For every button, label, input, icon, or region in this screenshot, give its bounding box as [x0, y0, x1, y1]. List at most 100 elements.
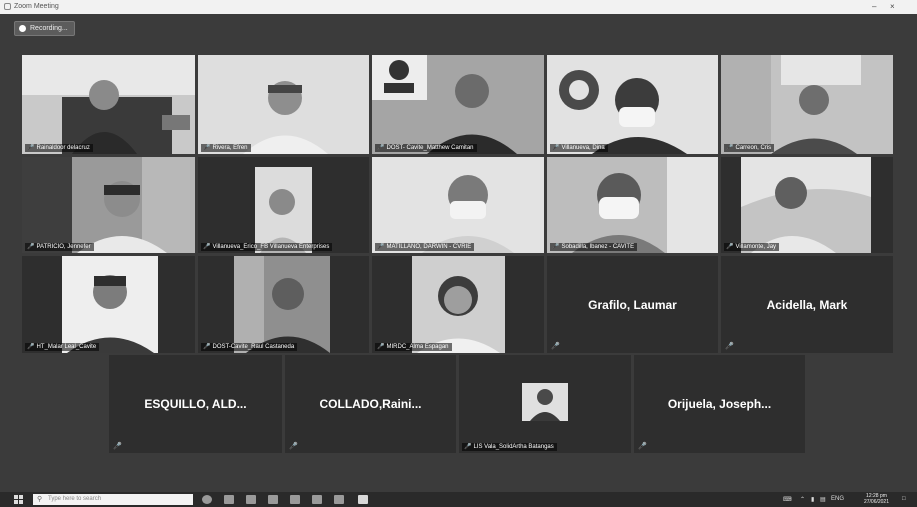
photoshop-icon[interactable] [334, 495, 344, 504]
participant-name: 🎤 Carreon, Cris [724, 144, 775, 152]
participant-name: 🎤 PATRICIO, Jennefer [25, 243, 94, 251]
mic-muted-icon: 🎤 [377, 145, 385, 151]
mic-muted-icon: 🎤 [726, 244, 734, 250]
chevron-up-icon[interactable]: ⌃ [800, 496, 805, 503]
mic-muted-icon: 🎤 [551, 343, 560, 350]
close-icon[interactable]: × [890, 2, 895, 11]
participant-tile[interactable]: 🎤 MATILLANO, DARWIN - CVRIE [372, 157, 544, 253]
participant-tile[interactable]: COLLADO,Raini... 🎤 [285, 355, 456, 453]
participant-video [372, 157, 544, 253]
participant-name: 🎤 Villanueva_Erico_FB Villanueva Enterpri… [201, 243, 333, 251]
mic-muted-icon: 🎤 [203, 344, 211, 350]
mic-muted-icon: 🎤 [377, 344, 385, 350]
participant-tile[interactable]: 🎤 Rainaldoor delacruz [22, 55, 195, 154]
mic-muted-icon: 🎤 [726, 145, 734, 151]
participant-tile[interactable]: 🎤 PATRICIO, Jennefer [22, 157, 195, 253]
recording-dot-icon [19, 25, 26, 32]
store-icon[interactable] [268, 495, 278, 504]
participant-video [198, 157, 369, 253]
participant-video [198, 256, 369, 353]
participant-video [22, 157, 195, 253]
notification-icon[interactable]: □ [902, 496, 906, 502]
participant-tile[interactable]: 🎤 Villanueva, Dina [547, 55, 718, 154]
windows-taskbar: ⚲ Type here to search ⌨ ⌃ ▮ ▤ ENG 12:28 … [0, 492, 917, 507]
participant-name: Orijuela, Joseph... [667, 397, 772, 411]
mic-muted-icon: 🎤 [725, 343, 734, 350]
windows-start-icon[interactable] [14, 495, 23, 504]
participant-name: 🎤 MIRDC_Alma Espagan [375, 343, 452, 351]
participant-tile[interactable]: 🎤 Sobadilla, Ibanez - CAVITE [547, 157, 718, 253]
participant-name: Grafilo, Laumar [588, 297, 677, 312]
search-icon: ⚲ [37, 496, 43, 503]
battery-icon[interactable]: ▮ [811, 496, 814, 503]
participant-video [547, 157, 718, 253]
mic-muted-icon: 🎤 [377, 244, 385, 250]
mic-muted-icon: 🎤 [638, 443, 647, 450]
participant-tile[interactable]: 🎤 DOST- Cavite_Matthew Camitan [372, 55, 544, 154]
participant-video [372, 55, 544, 154]
participant-video [372, 256, 544, 353]
participant-name: 🎤 MATILLANO, DARWIN - CVRIE [375, 243, 475, 251]
clock-date: 27/06/2021 [863, 499, 889, 505]
search-placeholder: Type here to search [48, 496, 102, 502]
participant-tile[interactable]: 🎤 Villanueva_Erico_FB Villanueva Enterpri… [198, 157, 369, 253]
participant-name: 🎤 HT_Malar Leal_Cavite [25, 343, 100, 351]
mic-muted-icon: 🎤 [27, 145, 35, 151]
participant-video [22, 55, 195, 154]
window-title: Zoom Meeting [14, 3, 59, 10]
participant-tile[interactable]: 🎤 Rivera, Efren [198, 55, 369, 154]
participant-name: 🎤 Villanueva, Dina [550, 144, 608, 152]
taskbar-clock[interactable]: 12:28 pm 27/06/2021 [864, 493, 889, 505]
file-explorer-icon[interactable] [246, 495, 256, 504]
language-indicator[interactable]: ENG [831, 496, 844, 502]
participant-tile[interactable]: 🎤 Carreon, Cris [721, 55, 893, 154]
mic-muted-icon: 🎤 [203, 244, 211, 250]
participant-name: 🎤 LIS Vala_SolidArtha Batangas [462, 443, 557, 451]
meeting-gallery-view: Recording... 🎤 Rainaldoor delacruz 🎤 River… [0, 14, 917, 492]
zoom-taskbar-icon[interactable] [358, 495, 368, 504]
participant-name: 🎤 Villamonte, Jay [724, 243, 780, 251]
mic-muted-icon: 🎤 [27, 244, 35, 250]
participant-name: 🎤 DOST-Cavite_Raul Castaneda [201, 343, 298, 351]
participant-tile[interactable]: 🎤 LIS Vala_SolidArtha Batangas [459, 355, 631, 453]
participant-tile[interactable]: Orijuela, Joseph... 🎤 [634, 355, 805, 453]
taskbar-app-icon[interactable] [224, 495, 234, 504]
participant-tile[interactable]: Acidella, Mark 🎤 [721, 256, 893, 353]
participant-video [198, 55, 369, 154]
participant-video [547, 55, 718, 154]
mic-muted-icon: 🎤 [552, 244, 560, 250]
participant-name: Acidella, Mark [766, 297, 848, 312]
window-titlebar: Zoom Meeting – × [0, 0, 917, 14]
participant-tile[interactable]: 🎤 Villamonte, Jay [721, 157, 893, 253]
participant-name: 🎤 Rivera, Efren [201, 144, 251, 152]
participant-tile[interactable]: 🎤 MIRDC_Alma Espagan [372, 256, 544, 353]
participant-tile[interactable]: 🎤 HT_Malar Leal_Cavite [22, 256, 195, 353]
participant-video [721, 55, 893, 154]
participant-name: COLLADO,Raini... [319, 397, 422, 411]
participant-tile[interactable]: Grafilo, Laumar 🎤 [547, 256, 718, 353]
keyboard-icon[interactable]: ⌨ [783, 496, 792, 503]
mic-muted-icon: 🎤 [289, 443, 298, 450]
recording-indicator[interactable]: Recording... [14, 21, 75, 36]
participant-name: 🎤 Sobadilla, Ibanez - CAVITE [550, 243, 638, 251]
recording-label: Recording... [30, 25, 68, 32]
network-icon[interactable]: ▤ [820, 496, 826, 503]
mic-muted-icon: 🎤 [552, 145, 560, 151]
participant-name: 🎤 Rainaldoor delacruz [25, 144, 93, 152]
participant-video [22, 256, 195, 353]
participant-tile[interactable]: ESQUILLO, ALD... 🎤 [109, 355, 282, 453]
mic-muted-icon: 🎤 [203, 145, 211, 151]
mic-muted-icon: 🎤 [113, 443, 122, 450]
taskbar-search-box[interactable]: ⚲ Type here to search [33, 494, 193, 505]
participant-video [721, 157, 893, 253]
minimize-icon[interactable]: – [872, 2, 876, 11]
mic-muted-icon: 🎤 [464, 444, 472, 450]
word-icon[interactable] [312, 495, 322, 504]
participant-name: 🎤 DOST- Cavite_Matthew Camitan [375, 144, 477, 152]
participant-name: ESQUILLO, ALD... [144, 397, 247, 411]
mail-icon[interactable] [290, 495, 300, 504]
participant-avatar [522, 383, 568, 421]
task-view-icon[interactable] [202, 495, 212, 504]
participant-tile[interactable]: 🎤 DOST-Cavite_Raul Castaneda [198, 256, 369, 353]
mic-muted-icon: 🎤 [27, 344, 35, 350]
